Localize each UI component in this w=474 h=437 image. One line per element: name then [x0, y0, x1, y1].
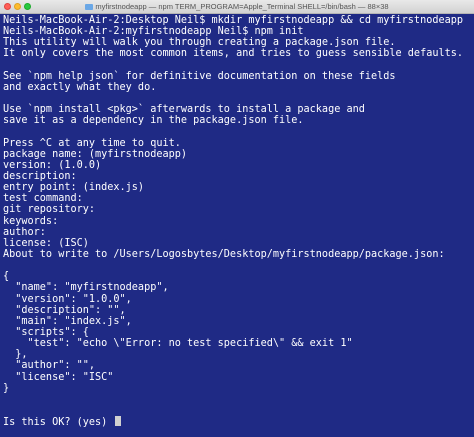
terminal-line: About to write to /Users/Logosbytes/Desk… — [3, 249, 471, 260]
folder-icon — [85, 4, 94, 10]
terminal-line-text: description: — [3, 170, 77, 182]
terminal-line-text: "author": "", — [3, 360, 96, 372]
terminal-line-text: "version": "1.0.0", — [3, 293, 132, 305]
terminal-line-text: author: — [3, 226, 46, 238]
terminal-line-text: }, — [3, 349, 28, 361]
terminal-line-text: } — [3, 382, 10, 394]
terminal-line: package name: (myfirstnodeapp) — [3, 149, 471, 160]
terminal-line-text: "description": "", — [3, 304, 126, 316]
terminal-line: }, — [3, 349, 471, 360]
terminal-line: author: — [3, 227, 471, 238]
terminal-line-text: entry point: (index.js) — [3, 182, 145, 194]
terminal-line-text: Is this OK? (yes) — [3, 417, 114, 429]
terminal-line-text: "license": "ISC" — [3, 371, 114, 383]
terminal-line-text: version: (1.0.0) — [3, 159, 102, 171]
terminal-line-text: Use `npm install <pkg>` afterwards to in… — [3, 104, 365, 116]
terminal-line-text: See `npm help json` for definitive docum… — [3, 70, 396, 82]
terminal-line: Press ^C at any time to quit. — [3, 138, 471, 149]
terminal-line: See `npm help json` for definitive docum… — [3, 71, 471, 82]
terminal-line-text: keywords: — [3, 215, 59, 227]
terminal-line: "main": "index.js", — [3, 316, 471, 327]
terminal-line-text: license: (ISC) — [3, 237, 89, 249]
terminal-line: Neils-MacBook-Air-2:myfirstnodeapp Neil$… — [3, 26, 471, 37]
terminal-line: } — [3, 383, 471, 394]
terminal-line-text: Press ^C at any time to quit. — [3, 137, 181, 149]
terminal-line: test command: — [3, 193, 471, 204]
terminal-line: entry point: (index.js) — [3, 182, 471, 193]
terminal-line: "test": "echo \"Error: no test specified… — [3, 338, 471, 349]
terminal-output[interactable]: Neils-MacBook-Air-2:Desktop Neil$ mkdir … — [3, 15, 471, 435]
terminal-line: It only covers the most common items, an… — [3, 48, 471, 59]
terminal-line-text: and exactly what they do. — [3, 81, 157, 93]
terminal-line: "description": "", — [3, 305, 471, 316]
terminal-line: "scripts": { — [3, 327, 471, 338]
terminal-line: Neils-MacBook-Air-2:Desktop Neil$ mkdir … — [3, 15, 471, 26]
window-title-text: myfirstnodeapp — npm TERM_PROGRAM=Apple_… — [95, 2, 389, 11]
terminal-line: version: (1.0.0) — [3, 160, 471, 171]
terminal-line: "author": "", — [3, 360, 471, 371]
terminal-line-text: It only covers the most common items, an… — [3, 48, 464, 60]
terminal-line-text: "scripts": { — [3, 326, 89, 338]
terminal-line-text: "name": "myfirstnodeapp", — [3, 282, 169, 294]
terminal-line: This utility will walk you through creat… — [3, 37, 471, 48]
terminal-line: { — [3, 271, 471, 282]
terminal-line-text: test command: — [3, 193, 83, 205]
terminal-line: and exactly what they do. — [3, 82, 471, 93]
terminal-line-text: save it as a dependency in the package.j… — [3, 115, 304, 127]
terminal-line-text: { — [3, 271, 10, 283]
terminal-line-text: Neils-MacBook-Air-2:myfirstnodeapp Neil$… — [3, 26, 304, 38]
terminal-line-text: git repository: — [3, 204, 96, 216]
terminal-line-text: Neils-MacBook-Air-2:Desktop Neil$ mkdir … — [3, 15, 464, 26]
terminal-line: Use `npm install <pkg>` afterwards to in… — [3, 104, 471, 115]
text-cursor — [115, 416, 122, 427]
terminal-line: license: (ISC) — [3, 238, 471, 249]
terminal-line: Is this OK? (yes) — [3, 416, 471, 429]
terminal-line-text: About to write to /Users/Logosbytes/Desk… — [3, 248, 445, 260]
terminal-line: description: — [3, 171, 471, 182]
title-bar[interactable]: myfirstnodeapp — npm TERM_PROGRAM=Apple_… — [0, 0, 474, 14]
terminal-window: myfirstnodeapp — npm TERM_PROGRAM=Apple_… — [0, 0, 474, 437]
terminal-line-text: "test": "echo \"Error: no test specified… — [3, 338, 353, 350]
terminal-line-text: package name: (myfirstnodeapp) — [3, 148, 188, 160]
terminal-line-text: "main": "index.js", — [3, 315, 132, 327]
terminal-line: "version": "1.0.0", — [3, 294, 471, 305]
terminal-line-text: This utility will walk you through creat… — [3, 37, 396, 49]
terminal-line: "license": "ISC" — [3, 372, 471, 383]
window-title: myfirstnodeapp — npm TERM_PROGRAM=Apple_… — [0, 0, 474, 14]
terminal-line: save it as a dependency in the package.j… — [3, 115, 471, 126]
terminal-line: "name": "myfirstnodeapp", — [3, 282, 471, 293]
terminal-line: git repository: — [3, 204, 471, 215]
terminal-line: keywords: — [3, 216, 471, 227]
